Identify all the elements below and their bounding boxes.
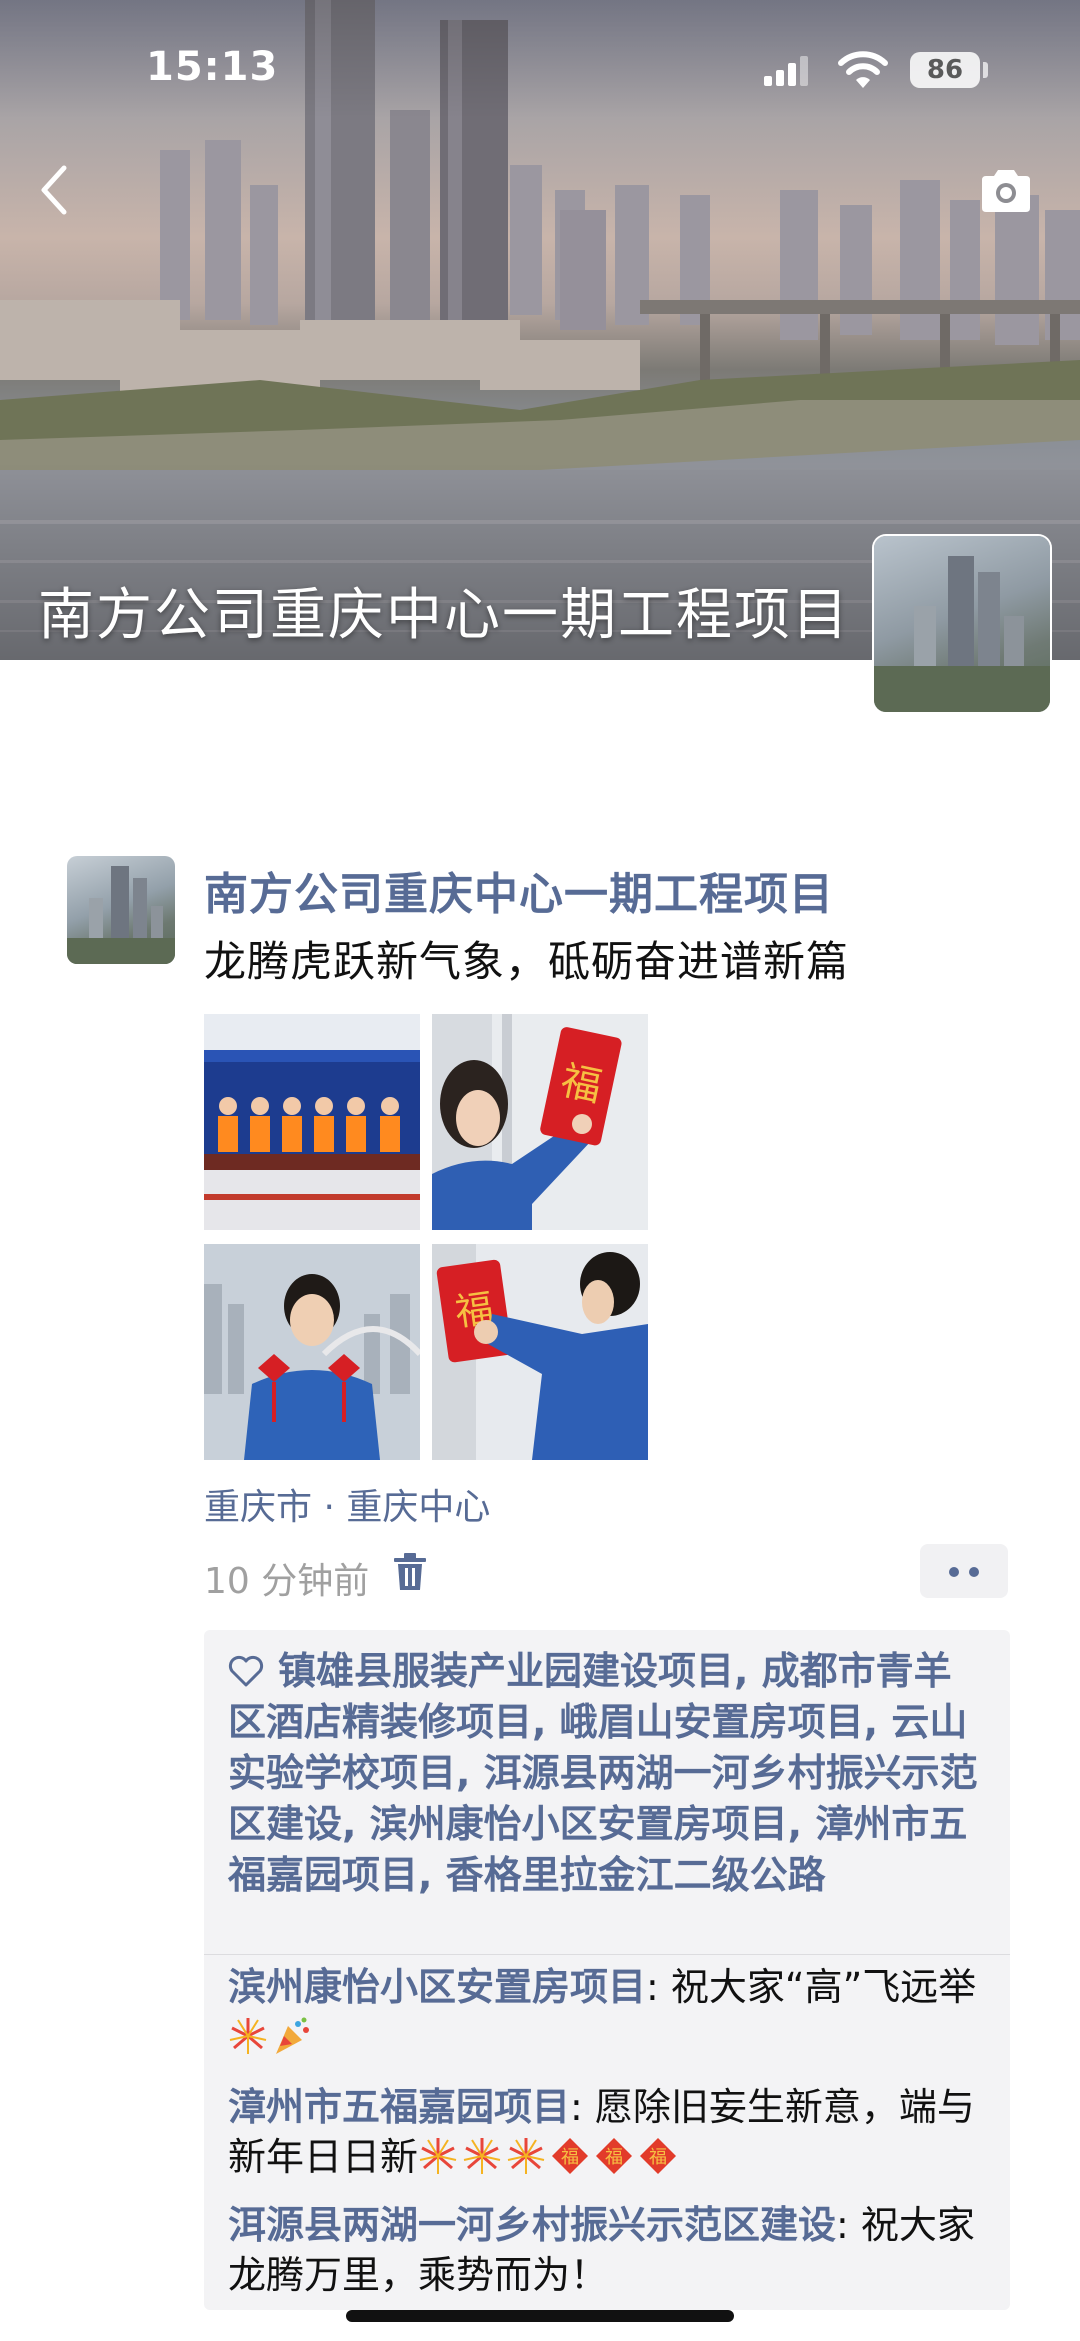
comment-item[interactable]: 漳州市五福嘉园项目: 愿除旧妄生新意，端与新年日日新 福 福 福 (228, 2082, 1008, 2182)
profile-avatar[interactable] (874, 536, 1050, 712)
likes-comments-panel: 镇雄县服装产业园建设项目, 成都市青羊区酒店精装修项目, 峨眉山安置房项目, 云… (204, 1630, 1010, 2310)
comment-author[interactable]: 漳州市五福嘉园项目 (228, 2085, 570, 2129)
heart-icon (228, 1655, 264, 1687)
avatar-building-image (874, 556, 1050, 712)
comment-text: 祝大家“高”飞远举 (670, 1965, 977, 2009)
fu-charm-icon: 福 (640, 2138, 677, 2174)
svg-text:福: 福 (561, 2147, 579, 2168)
comment-item[interactable]: 滨州康怡小区安置房项目: 祝大家“高”飞远举 (228, 1962, 1008, 2062)
fu-charm-icon: 福 (552, 2138, 589, 2174)
post-author-name[interactable]: 南方公司重庆中心一期工程项目 (204, 858, 834, 922)
svg-text:福: 福 (605, 2147, 623, 2168)
back-arrow-icon[interactable] (34, 160, 74, 220)
firework-icon (463, 2138, 501, 2174)
post-photo-3[interactable] (204, 1244, 420, 1460)
post-photo-1[interactable] (204, 1014, 420, 1230)
post-text: 龙腾虎跃新气象，砥砺奋进谱新篇 (204, 937, 850, 986)
post-timestamp: 10 分钟前 (204, 1561, 370, 1602)
firework-icon (507, 2138, 545, 2174)
likes-text: 镇雄县服装产业园建设项目, 成都市青羊区酒店精装修项目, 峨眉山安置房项目, 云… (228, 1649, 978, 1897)
post-photo-4[interactable]: 福 (432, 1244, 648, 1460)
comment-author[interactable]: 洱源县两湖一河乡村振兴示范区建设 (228, 2203, 836, 2247)
svg-text:福: 福 (649, 2147, 667, 2168)
likes-list[interactable]: 镇雄县服装产业园建设项目, 成都市青羊区酒店精装修项目, 峨眉山安置房项目, 云… (228, 1646, 988, 1901)
comment-item[interactable]: 洱源县两湖一河乡村振兴示范区建设: 祝大家龙腾万里，乘势而为！ (228, 2200, 1008, 2300)
divider (204, 1954, 1010, 1955)
battery-cap (983, 62, 988, 78)
moments-screen: 15:13 86 南方公司重庆中心一期工程项目 南方公司重庆中心一期工程项目 龙… (0, 0, 1080, 2341)
status-time: 15:13 (146, 44, 279, 90)
firework-icon (229, 2018, 267, 2054)
post-location[interactable]: 重庆市 · 重庆中心 (204, 1478, 490, 1530)
more-dot-icon (969, 1567, 979, 1577)
cover-title: 南方公司重庆中心一期工程项目 (38, 583, 850, 648)
battery-level: 86 (910, 52, 980, 88)
status-bar: 15:13 86 (0, 0, 1080, 140)
post-author-avatar[interactable] (67, 856, 175, 964)
camera-icon[interactable] (978, 166, 1034, 214)
post-photo-2[interactable]: 福 (432, 1014, 648, 1230)
trash-icon[interactable] (390, 1552, 430, 1592)
wifi-icon (838, 51, 888, 88)
fu-charm-icon: 福 (596, 2138, 633, 2174)
more-dot-icon (949, 1567, 959, 1577)
avatar-building-image (67, 866, 175, 964)
cellular-signal-icon (764, 56, 808, 86)
party-popper-icon (276, 2017, 309, 2054)
firework-icon (419, 2138, 457, 2174)
comment-author[interactable]: 滨州康怡小区安置房项目 (228, 1965, 646, 2009)
more-options-button[interactable] (920, 1544, 1008, 1598)
home-indicator[interactable] (346, 2310, 734, 2322)
